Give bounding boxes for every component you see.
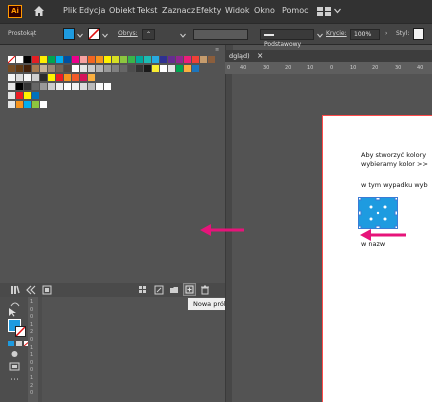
- brush-definition-field[interactable]: Podstawowy: [260, 29, 314, 48]
- vertical-ruler: 1001201100120: [28, 297, 38, 402]
- swatch-grid[interactable]: [8, 56, 216, 114]
- edit-color-group-icon[interactable]: [154, 285, 164, 295]
- menu-efekty[interactable]: Efekty: [196, 6, 221, 15]
- menu-pomoc[interactable]: Pomoc: [282, 6, 309, 15]
- stroke-label: Obrys:: [118, 30, 138, 37]
- color-mode-icons[interactable]: [8, 340, 31, 347]
- opacity-label: Krycie:: [326, 30, 347, 37]
- menu-tekst[interactable]: Tekst: [137, 6, 157, 15]
- workspace-grid-icon[interactable]: [317, 7, 331, 16]
- draw-mode-icon[interactable]: [10, 350, 19, 358]
- document-tab-bar: dgląd) ×: [225, 50, 432, 62]
- selection-tool-icon[interactable]: [8, 307, 17, 317]
- arrow-left-icon: [200, 224, 244, 236]
- menu-obiekt[interactable]: Obiekt: [109, 6, 135, 15]
- panel-collapse-icon[interactable]: ≡: [215, 47, 223, 53]
- artboard[interactable]: Aby stworzyć kolory wybieramy kolor >> w…: [322, 115, 432, 402]
- swatch-options-icon[interactable]: [42, 285, 52, 295]
- app-logo: Ai: [8, 5, 22, 18]
- arrow-left-icon: [360, 229, 406, 241]
- artboard-text-line1: Aby stworzyć kolory: [361, 151, 427, 159]
- selection-type-label: Prostokąt: [8, 30, 37, 37]
- opacity-field[interactable]: 100%: [350, 29, 380, 40]
- artboard-text-line2: wybieramy kolor >>: [361, 160, 428, 168]
- chevron-down-icon[interactable]: [317, 32, 323, 38]
- menu-plik[interactable]: Plik: [63, 6, 77, 15]
- style-swatch[interactable]: [413, 28, 424, 40]
- menu-zaznacz[interactable]: Zaznacz: [162, 6, 195, 15]
- fill-swatch[interactable]: [63, 28, 75, 40]
- menu-okno[interactable]: Okno: [254, 6, 275, 15]
- style-label: Styl:: [396, 30, 410, 37]
- new-color-group-icon[interactable]: [169, 285, 179, 295]
- variable-width-field[interactable]: [193, 29, 248, 40]
- color-group-icon[interactable]: [138, 285, 148, 295]
- swatches-panel: ≡: [0, 45, 225, 297]
- chevron-down-icon[interactable]: [77, 32, 83, 38]
- chevron-down-icon[interactable]: [180, 32, 186, 38]
- menu-edycja[interactable]: Edycja: [79, 6, 105, 15]
- stroke-color-icon[interactable]: [15, 326, 26, 337]
- chevron-right-icon[interactable]: ›: [385, 30, 387, 37]
- more-tools-icon[interactable]: ⋯: [10, 375, 19, 385]
- stroke-weight-stepper[interactable]: ⌃: [142, 29, 155, 40]
- trash-icon[interactable]: [200, 285, 210, 295]
- close-icon[interactable]: ×: [257, 51, 263, 60]
- document-tab-title[interactable]: dgląd): [229, 52, 250, 60]
- swatch-libraries-icon[interactable]: [10, 285, 20, 295]
- selected-blue-rectangle[interactable]: [358, 197, 398, 229]
- home-icon[interactable]: [33, 5, 45, 17]
- screen-mode-icon[interactable]: [9, 362, 20, 371]
- artboard-text-line3: w tym wypadku wyb: [361, 181, 428, 189]
- new-swatch-icon[interactable]: [183, 283, 196, 296]
- show-kinds-icon[interactable]: [26, 285, 36, 295]
- swatches-panel-toolbar: [0, 283, 225, 297]
- chevron-down-icon[interactable]: [102, 32, 108, 38]
- menu-bar: Ai Plik Edycja Obiekt Tekst Zaznacz Efek…: [0, 0, 432, 23]
- horizontal-ruler: 0 40 30 20 10 0 10 20 30 40: [225, 62, 432, 74]
- menu-widok[interactable]: Widok: [225, 6, 250, 15]
- chevron-down-icon[interactable]: [334, 8, 341, 14]
- control-bar: Prostokąt Obrys: ⌃ Podstawowy Krycie: 10…: [0, 23, 432, 48]
- brush-label: Podstawowy: [264, 41, 302, 48]
- stroke-swatch-none[interactable]: [88, 28, 100, 40]
